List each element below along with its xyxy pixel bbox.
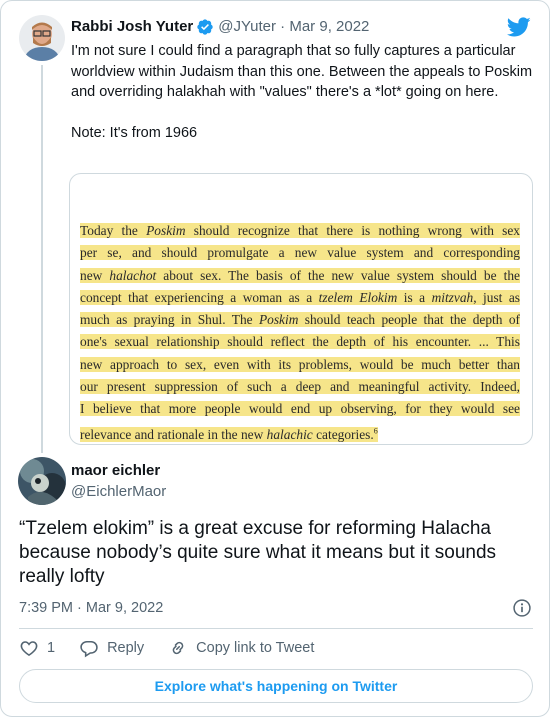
quoted-author-avatar[interactable] xyxy=(19,15,65,61)
author-handle[interactable]: @EichlerMaor xyxy=(71,482,166,502)
book-line: concept that experiencing a woman as a t… xyxy=(80,287,521,309)
quoted-handle-date[interactable]: @JYuter · Mar 9, 2022 xyxy=(218,17,369,37)
copy-link-button[interactable]: Copy link to Tweet xyxy=(168,638,314,658)
reply-bubble-icon xyxy=(80,640,98,658)
highlighted-text: new approach to sex, even with its probl… xyxy=(80,356,520,372)
twitter-bird-icon[interactable] xyxy=(506,15,531,39)
quoted-author-name[interactable]: Rabbi Josh Yuter xyxy=(71,17,193,37)
quoted-tweet-header: Rabbi Josh Yuter @JYuter · Mar 9, 2022 xyxy=(71,17,369,37)
quoted-tweet-image[interactable]: Today the Poskim should recognize that t… xyxy=(69,173,533,445)
author-avatar[interactable] xyxy=(18,457,66,505)
book-line: our present suppression of such a deep a… xyxy=(80,376,520,398)
book-line: new halachot about sex. The basis of the… xyxy=(80,265,520,287)
like-button[interactable]: 1 xyxy=(19,638,55,658)
info-icon[interactable] xyxy=(512,598,532,618)
reply-label: Reply xyxy=(107,640,145,656)
tweet-actions: 1 Reply Copy link to Tweet xyxy=(19,638,338,658)
quoted-tweet-text: I'm not sure I could find a paragraph th… xyxy=(71,43,533,141)
author-name[interactable]: maor eichler xyxy=(71,461,160,481)
tweet-embed-card: Rabbi Josh Yuter @JYuter · Mar 9, 2022 I… xyxy=(0,0,550,717)
book-line: one's sexual relationship should reflect… xyxy=(80,331,520,353)
book-line: relevance and rationale in the new halac… xyxy=(80,421,520,444)
divider xyxy=(19,628,533,629)
copy-link-label: Copy link to Tweet xyxy=(196,640,315,656)
highlighted-text: concept that experiencing a woman as a t… xyxy=(80,289,521,305)
tweet-text: “Tzelem elokim” is a great excuse for re… xyxy=(19,518,497,587)
like-count: 1 xyxy=(47,640,56,656)
highlighted-text: per se, and should promulgate a new valu… xyxy=(80,245,520,261)
book-line: Today the Poskim should recognize that t… xyxy=(80,220,520,242)
link-icon xyxy=(172,641,184,655)
thread-connector-line xyxy=(41,65,43,453)
verified-badge-icon xyxy=(196,18,214,36)
tweet-timestamp[interactable]: 7:39 PM · Mar 9, 2022 xyxy=(19,598,163,618)
highlighted-text: new halachot about sex. The basis of the… xyxy=(80,267,520,283)
book-line: new approach to sex, even with its probl… xyxy=(80,354,520,376)
book-line: per se, and should promulgate a new valu… xyxy=(80,242,520,264)
book-line: much as praying in Shul. The Poskim shou… xyxy=(80,309,520,331)
highlighted-text: I believe that more people would end up … xyxy=(80,401,520,417)
book-excerpt: Today the Poskim should recognize that t… xyxy=(80,220,521,444)
book-line: I believe that more people would end up … xyxy=(80,398,520,420)
explore-twitter-button[interactable]: Explore what's happening on Twitter xyxy=(19,669,533,703)
reply-button[interactable]: Reply xyxy=(79,638,144,658)
highlighted-text: relevance and rationale in the new halac… xyxy=(80,426,378,443)
highlighted-text: much as praying in Shul. The Poskim shou… xyxy=(80,312,520,328)
heart-icon xyxy=(20,641,38,657)
highlighted-text: our present suppression of such a deep a… xyxy=(80,379,520,395)
highlighted-text: one's sexual relationship should reflect… xyxy=(80,334,520,350)
highlighted-text: Today the Poskim should recognize that t… xyxy=(80,223,520,238)
